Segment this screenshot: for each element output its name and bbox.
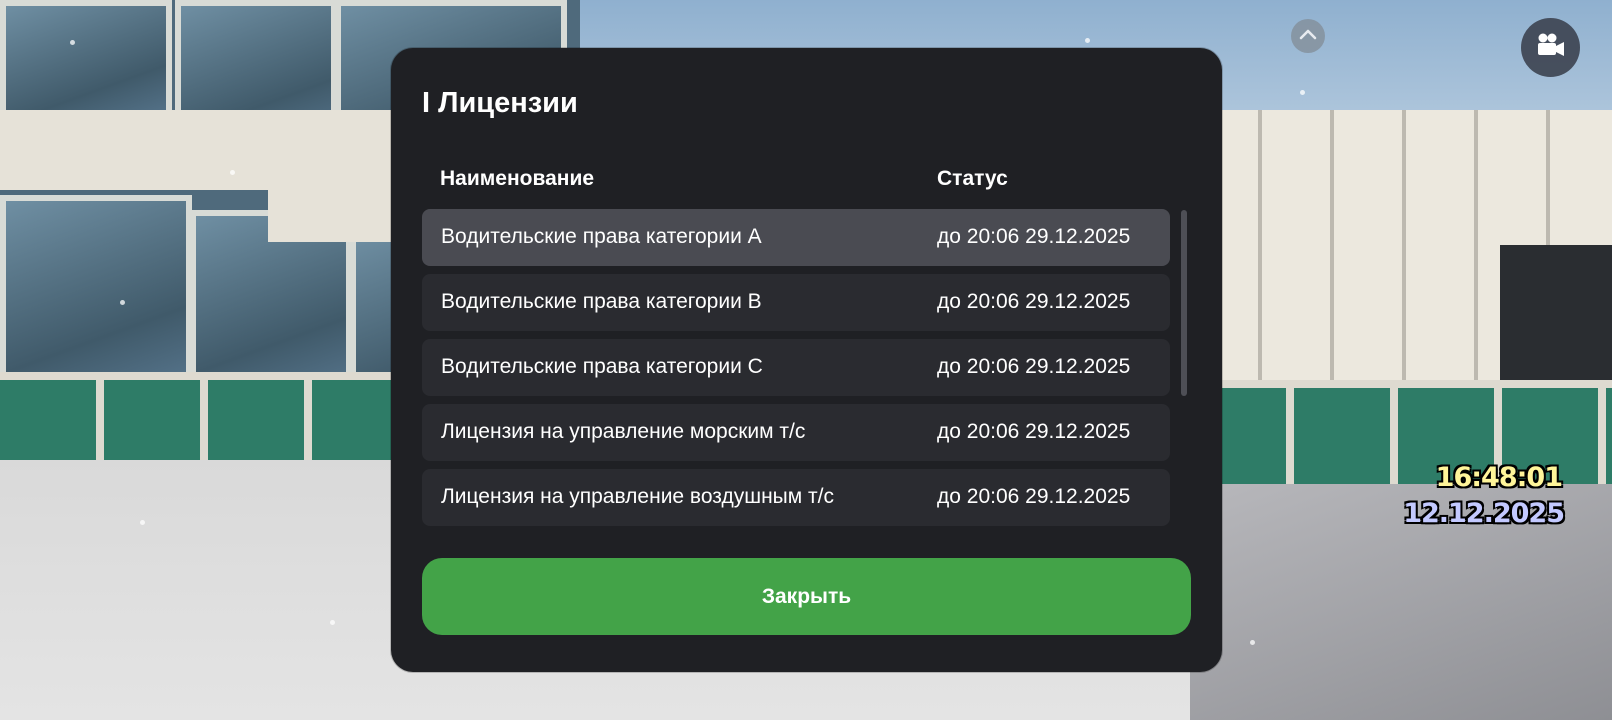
- license-name: Лицензия на управление морским т/с: [441, 420, 806, 443]
- license-name: Водительские права категории A: [441, 225, 762, 248]
- license-status: до 20:06 29.12.2025: [937, 290, 1131, 313]
- snowflake: [230, 170, 235, 175]
- game-time: 16:48:01: [1435, 462, 1563, 493]
- license-status: до 20:06 29.12.2025: [937, 420, 1131, 443]
- game-date: 12.12.2025: [1403, 498, 1565, 529]
- close-button[interactable]: Закрыть: [422, 558, 1191, 635]
- column-header-status: Статус: [937, 167, 1008, 190]
- collapse-hud-button[interactable]: [1291, 19, 1325, 53]
- camera-button[interactable]: [1521, 18, 1580, 77]
- snowflake: [120, 300, 125, 305]
- license-list[interactable]: Водительские права категории A до 20:06 …: [422, 209, 1170, 571]
- license-row[interactable]: Водительские права категории A до 20:06 …: [422, 209, 1170, 266]
- license-row[interactable]: Водительские права категории C до 20:06 …: [422, 339, 1170, 396]
- snowflake: [140, 520, 145, 525]
- list-scrollbar[interactable]: [1181, 210, 1187, 396]
- snowflake: [330, 620, 335, 625]
- snowflake: [1250, 640, 1255, 645]
- dialog-title: I Лицензии: [422, 87, 578, 119]
- license-status: до 20:06 29.12.2025: [937, 225, 1131, 248]
- column-header-name: Наименование: [440, 167, 595, 190]
- license-name: Водительские права категории C: [441, 355, 763, 378]
- license-row[interactable]: Водительские права категории B до 20:06 …: [422, 274, 1170, 331]
- license-row[interactable]: Лицензия на управление морским т/с до 20…: [422, 404, 1170, 461]
- license-status: до 20:06 29.12.2025: [937, 355, 1131, 378]
- video-camera-icon: [1535, 32, 1567, 63]
- chevron-up-icon: [1299, 27, 1317, 45]
- snowflake: [1300, 90, 1305, 95]
- licenses-dialog: I Лицензии Наименование Статус Водительс…: [391, 48, 1222, 672]
- license-name: Водительские права категории B: [441, 290, 762, 313]
- snowflake: [70, 40, 75, 45]
- license-status: до 20:06 29.12.2025: [937, 485, 1131, 508]
- license-name: Лицензия на управление воздушным т/с: [441, 485, 834, 508]
- snowflake: [1085, 38, 1090, 43]
- license-row[interactable]: Лицензия на управление воздушным т/с до …: [422, 469, 1170, 526]
